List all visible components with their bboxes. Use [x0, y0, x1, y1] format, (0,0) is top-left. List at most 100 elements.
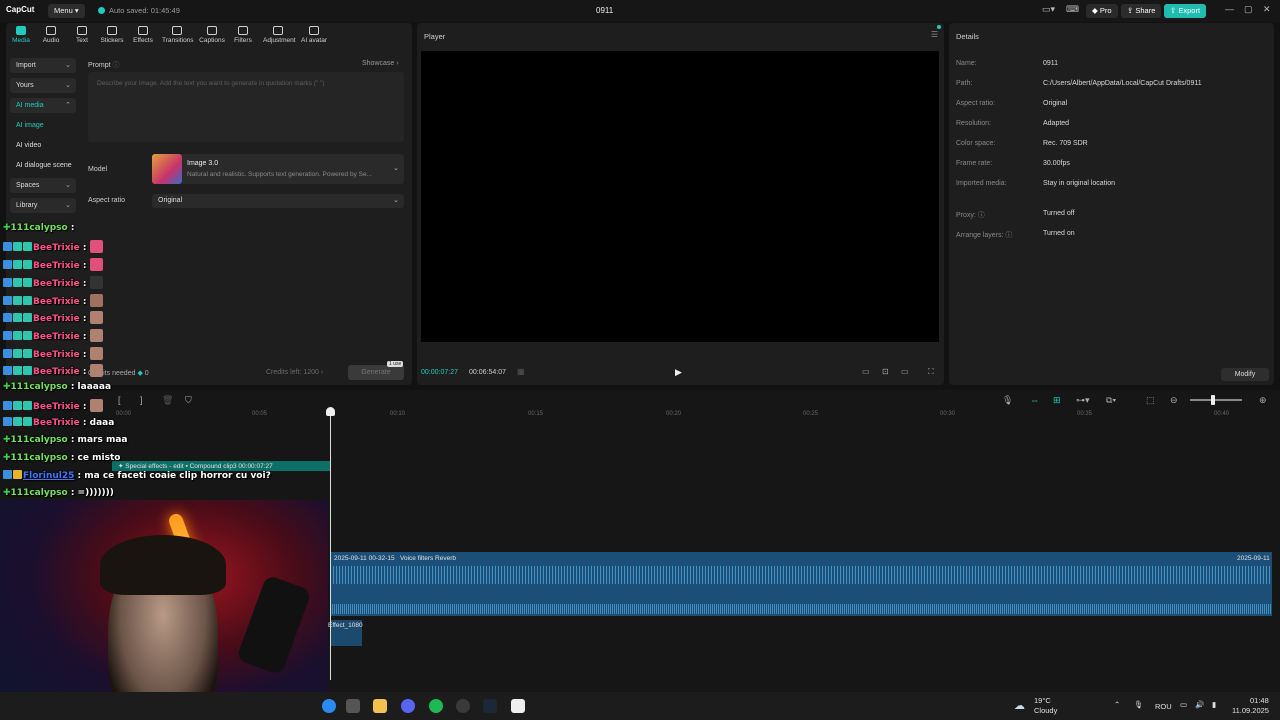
badge-icon: [3, 349, 12, 358]
share-button[interactable]: ⇪ Share: [1121, 4, 1162, 18]
tab-transitions[interactable]: Transitions: [162, 26, 194, 44]
sidebar-item-ai-dialogue[interactable]: AI dialogue scene: [10, 158, 90, 173]
link-icon[interactable]: ⊞: [1053, 395, 1061, 406]
ratio-icon[interactable]: ▭: [901, 367, 909, 376]
snapshot-icon[interactable]: ⧉▾: [1106, 395, 1116, 406]
sidebar-item-yours[interactable]: Yours ⌄: [10, 78, 76, 93]
keyboard-icon[interactable]: ⌨: [1066, 4, 1079, 15]
volume-icon[interactable]: 🔊: [1195, 700, 1204, 709]
edge-icon[interactable]: [322, 699, 336, 713]
effect-clip[interactable]: Effect_1080: [328, 620, 363, 646]
tab-text[interactable]: Text: [67, 26, 97, 44]
generate-button[interactable]: Generate: [348, 365, 404, 380]
prompt-placeholder: Describe your image. Add the text you wa…: [97, 80, 325, 87]
tab-adjustment[interactable]: Adjustment: [263, 26, 296, 44]
sidebar-item-library[interactable]: Library ⌄: [10, 198, 76, 213]
chat-message: : ma ce faceti coaie clip horror cu voi?: [77, 471, 271, 481]
transitions-icon: [172, 26, 182, 35]
microphone-tray-icon[interactable]: 🎙: [1134, 700, 1144, 709]
weather-status: Cloudy: [1034, 706, 1058, 715]
language-indicator[interactable]: ROU: [1155, 702, 1172, 711]
detail-key-text: Arrange layers:: [956, 232, 1004, 239]
chat-message: : daaa: [82, 418, 115, 428]
badge-icon: [13, 470, 22, 479]
close-icon[interactable]: ✕: [1263, 4, 1271, 15]
showcase-link[interactable]: Showcase ›: [362, 60, 399, 67]
discord-icon[interactable]: [401, 699, 415, 713]
playhead-handle[interactable]: [326, 407, 335, 416]
delete-icon[interactable]: 🗑: [162, 395, 173, 406]
file-explorer-icon[interactable]: [373, 699, 387, 713]
chat-user: BeeTrixie: [33, 314, 80, 324]
preview-axis-icon[interactable]: ⊶▾: [1076, 395, 1090, 406]
zoom-in-icon[interactable]: ⊕: [1259, 395, 1267, 406]
badge-icon: [23, 401, 32, 410]
crop-icon[interactable]: ⊡: [882, 367, 889, 376]
badge-icon: [3, 313, 12, 322]
layout-icon[interactable]: ▭▾: [1042, 4, 1055, 15]
tab-audio[interactable]: Audio: [36, 26, 66, 44]
audio-waveform: [330, 566, 1272, 584]
zoom-out-icon[interactable]: ⊖: [1170, 395, 1178, 406]
badge-icon: [3, 296, 12, 305]
zoom-slider[interactable]: [1190, 399, 1242, 401]
status-dot: [937, 25, 941, 29]
chat-user: BeeTrixie: [33, 279, 80, 289]
video-preview[interactable]: [421, 51, 939, 342]
clock-date[interactable]: 11.09.2025: [1232, 706, 1269, 715]
clock-time[interactable]: 01:48: [1250, 696, 1269, 705]
zoom-slider-handle[interactable]: [1211, 395, 1215, 405]
play-icon[interactable]: ▶: [675, 367, 682, 378]
menu-icon[interactable]: ☰: [931, 30, 938, 39]
playhead[interactable]: [330, 410, 331, 680]
microphone-icon[interactable]: 🎙: [1002, 395, 1013, 406]
unity-icon[interactable]: [346, 699, 360, 713]
spotify-icon[interactable]: [429, 699, 443, 713]
split-icon[interactable]: [: [118, 395, 121, 405]
capcut-icon[interactable]: [511, 699, 525, 713]
export-button[interactable]: ⇧ Export: [1164, 4, 1207, 18]
timecode-grid-icon[interactable]: ▦: [517, 367, 525, 376]
badge-icon: [23, 366, 32, 375]
split-right-icon[interactable]: ]: [140, 395, 143, 405]
fit-icon[interactable]: ⬚: [1146, 395, 1155, 406]
sidebar-item-spaces[interactable]: Spaces ⌄: [10, 178, 76, 193]
chat-message: :: [82, 332, 87, 342]
sidebar-item-ai-media[interactable]: AI media ⌃: [10, 98, 76, 113]
player-title: Player: [424, 32, 446, 41]
sidebar-label: Yours: [16, 82, 34, 89]
pro-button[interactable]: ◆ Pro: [1086, 4, 1118, 18]
time-tick: 00:05: [252, 411, 268, 417]
marker-icon[interactable]: ⛉: [185, 395, 192, 406]
minimize-icon[interactable]: —: [1225, 4, 1234, 14]
badge-icon: [13, 366, 22, 375]
tab-effects[interactable]: Effects: [128, 26, 158, 44]
tab-filters[interactable]: Filters: [228, 26, 258, 44]
battery-icon[interactable]: ▮: [1212, 700, 1216, 709]
aspect-ratio-select[interactable]: Original ⌄: [152, 194, 404, 208]
chat-message: :: [82, 279, 87, 289]
maximize-icon[interactable]: ▢: [1244, 4, 1253, 15]
steam-icon[interactable]: [483, 699, 497, 713]
prompt-input[interactable]: Describe your image. Add the text you wa…: [88, 72, 404, 142]
display-icon[interactable]: ▭: [1180, 700, 1187, 709]
chevron-up-icon[interactable]: ⌃: [1114, 700, 1120, 709]
model-select[interactable]: Image 3.0 Natural and realistic. Support…: [152, 154, 404, 184]
tab-stickers[interactable]: Stickers: [97, 26, 127, 44]
subtitle-icon[interactable]: ▭: [862, 367, 870, 376]
sidebar-item-import[interactable]: Import ⌄: [10, 58, 76, 73]
menu-button[interactable]: Menu ▾: [48, 4, 85, 18]
fullscreen-icon[interactable]: ⛶: [928, 367, 934, 377]
obs-icon[interactable]: [456, 699, 470, 713]
cloud-icon: ☁: [1014, 700, 1025, 712]
emote-icon: [89, 311, 103, 324]
tab-captions[interactable]: Captions: [197, 26, 227, 44]
tab-ai-avatar[interactable]: AI avatar: [299, 26, 329, 44]
detail-key: Imported media:: [956, 180, 1007, 187]
emote-icon: [89, 240, 103, 253]
modify-button[interactable]: Modify: [1221, 368, 1269, 381]
magnet-icon[interactable]: ⇔: [1030, 395, 1039, 405]
tab-media[interactable]: Media: [6, 26, 36, 44]
sidebar-item-ai-image[interactable]: AI image: [10, 118, 76, 133]
sidebar-item-ai-video[interactable]: AI video: [10, 138, 76, 153]
